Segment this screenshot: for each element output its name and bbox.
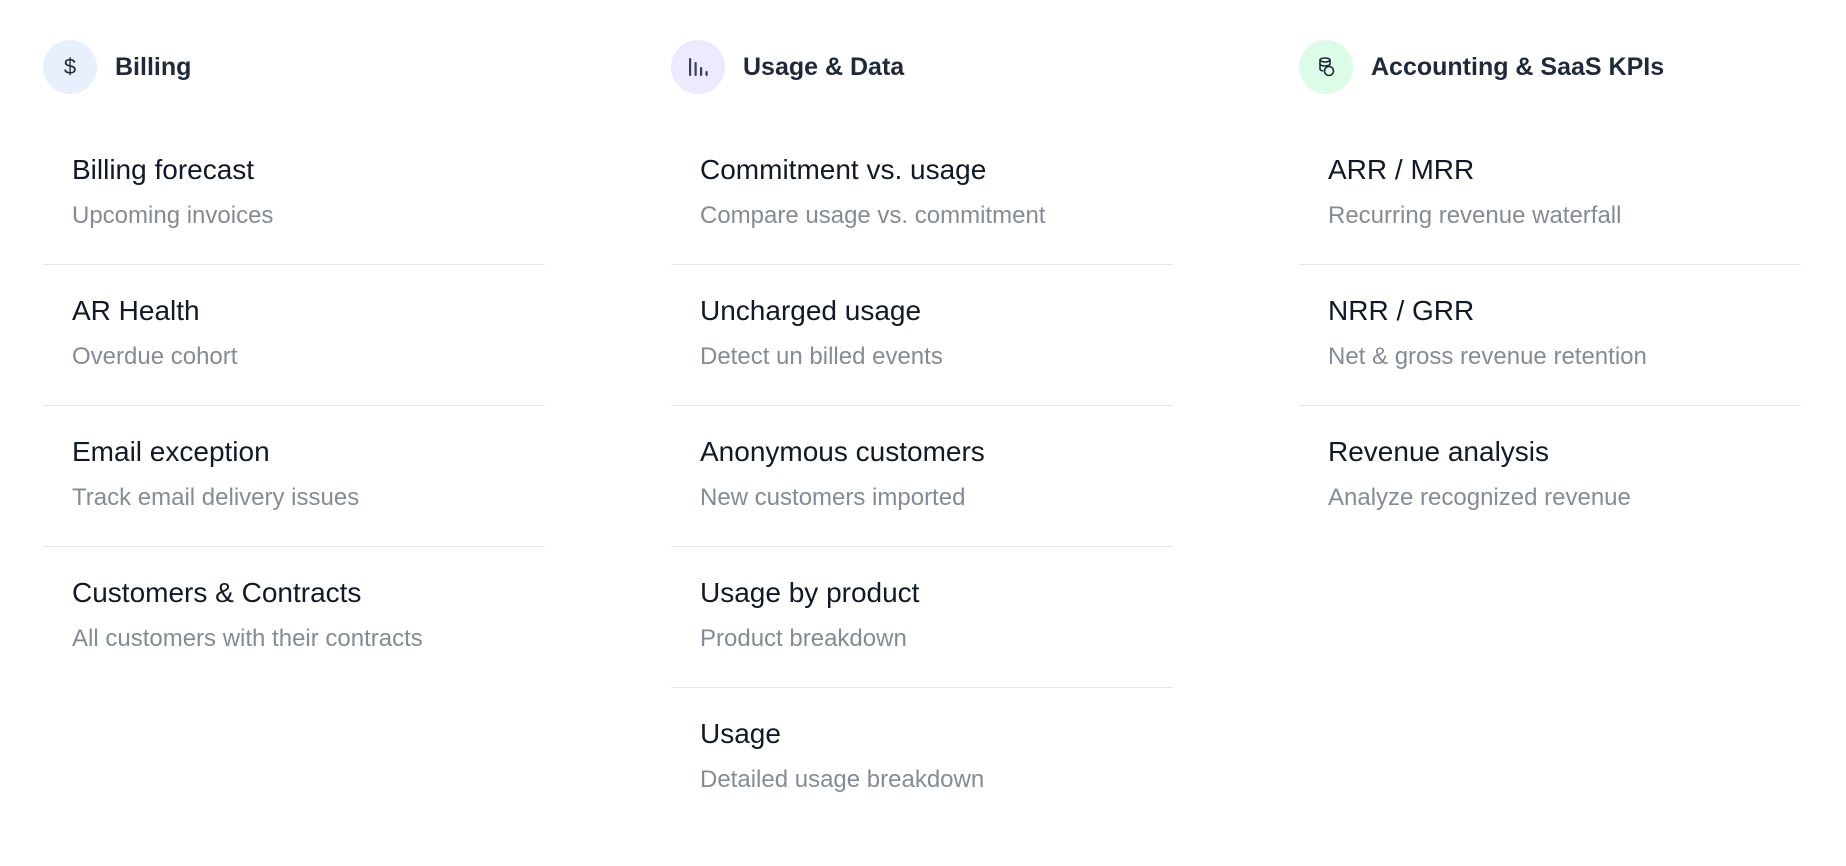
column-title: Billing (115, 52, 192, 81)
column-title: Accounting & SaaS KPIs (1371, 52, 1665, 81)
report-description: New customers imported (700, 484, 966, 511)
report-item-uncharged-usage[interactable]: Uncharged usage Detect un billed events (671, 265, 1173, 406)
report-description: Detailed usage breakdown (700, 766, 985, 793)
report-description: Product breakdown (700, 625, 907, 652)
report-list: Commitment vs. usage Compare usage vs. c… (671, 124, 1173, 829)
report-description: Analyze recognized revenue (1328, 484, 1631, 511)
report-description: Compare usage vs. commitment (700, 202, 1046, 229)
report-list: ARR / MRR Recurring revenue waterfall NR… (1299, 124, 1801, 547)
column-header: Accounting & SaaS KPIs (1299, 40, 1664, 94)
report-description: Recurring revenue waterfall (1328, 202, 1622, 229)
report-title: Customers & Contracts (72, 577, 362, 608)
report-item-usage-by-product[interactable]: Usage by product Product breakdown (671, 547, 1173, 688)
report-item-customers-contracts[interactable]: Customers & Contracts All customers with… (43, 547, 545, 688)
report-description: Upcoming invoices (72, 202, 274, 229)
report-description: Net & gross revenue retention (1328, 343, 1647, 370)
report-item-billing-forecast[interactable]: Billing forecast Upcoming invoices (43, 124, 545, 265)
report-title: Uncharged usage (700, 295, 922, 326)
report-description: Track email delivery issues (72, 484, 360, 511)
report-item-commitment-vs-usage[interactable]: Commitment vs. usage Compare usage vs. c… (671, 124, 1173, 265)
report-item-email-exception[interactable]: Email exception Track email delivery iss… (43, 406, 545, 547)
coins-icon (1299, 40, 1353, 94)
column-header: $ Billing (43, 40, 191, 94)
report-item-revenue-analysis[interactable]: Revenue analysis Analyze recognized reve… (1299, 406, 1801, 547)
report-title: Anonymous customers (700, 436, 985, 467)
report-list: Billing forecast Upcoming invoices AR He… (43, 124, 545, 688)
column-title: Usage & Data (743, 52, 905, 81)
report-item-usage[interactable]: Usage Detailed usage breakdown (671, 688, 1173, 829)
report-item-anonymous-customers[interactable]: Anonymous customers New customers import… (671, 406, 1173, 547)
report-description: All customers with their contracts (72, 625, 423, 652)
report-title: Email exception (72, 436, 270, 467)
column-header: Usage & Data (671, 40, 904, 94)
report-title: AR Health (72, 295, 200, 326)
bar-chart-icon (671, 40, 725, 94)
reports-grid: $ Billing Billing forecast Upcoming invo… (0, 0, 1846, 866)
report-item-arr-mrr[interactable]: ARR / MRR Recurring revenue waterfall (1299, 124, 1801, 265)
report-title: Commitment vs. usage (700, 154, 987, 185)
report-description: Detect un billed events (700, 343, 943, 370)
report-item-nrr-grr[interactable]: NRR / GRR Net & gross revenue retention (1299, 265, 1801, 406)
report-title: ARR / MRR (1328, 154, 1475, 185)
report-title: Billing forecast (72, 154, 255, 185)
report-title: Revenue analysis (1328, 436, 1550, 467)
report-title: Usage (700, 718, 781, 749)
report-item-ar-health[interactable]: AR Health Overdue cohort (43, 265, 545, 406)
dollar-icon: $ (43, 40, 97, 94)
report-title: Usage by product (700, 577, 920, 608)
report-title: NRR / GRR (1328, 295, 1475, 326)
report-description: Overdue cohort (72, 343, 238, 370)
